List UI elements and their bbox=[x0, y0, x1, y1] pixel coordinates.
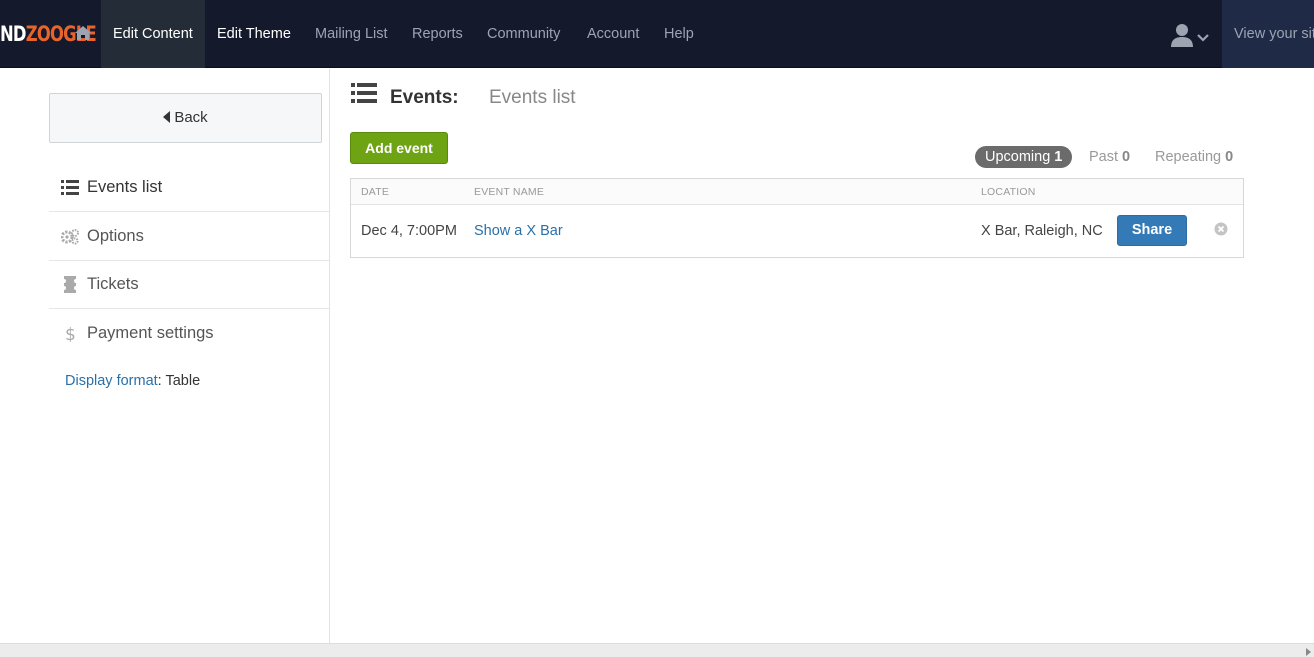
ticket-icon bbox=[64, 276, 76, 293]
list-icon bbox=[351, 83, 377, 103]
sidebar-item-label: Tickets bbox=[87, 275, 139, 293]
gears-icon bbox=[61, 229, 79, 245]
event-date: Dec 4, 7:00PM bbox=[361, 223, 457, 239]
main-content: Events: Events list Add event Upcoming 1 … bbox=[331, 69, 1314, 643]
filter-past[interactable]: Past 0 bbox=[1089, 146, 1130, 168]
sidebar-item-events-list[interactable]: Events list bbox=[49, 163, 329, 212]
svg-text:$: $ bbox=[65, 325, 76, 342]
list-icon bbox=[61, 180, 79, 195]
filter-label: Past bbox=[1089, 149, 1119, 165]
sidebar-item-label: Options bbox=[87, 227, 144, 245]
horizontal-scrollbar[interactable] bbox=[0, 643, 1314, 657]
display-format-link[interactable]: Display format bbox=[65, 373, 158, 389]
table-row: Dec 4, 7:00PM Show a X Bar X Bar, Raleig… bbox=[351, 205, 1243, 257]
event-name-link[interactable]: Show a X Bar bbox=[474, 205, 563, 257]
page-title-subsection: Events list bbox=[489, 87, 576, 108]
display-format: Display format: Table bbox=[65, 373, 200, 389]
share-button[interactable]: Share bbox=[1117, 215, 1187, 246]
nav-reports[interactable]: Reports bbox=[412, 0, 463, 68]
back-button-label: Back bbox=[174, 109, 208, 126]
filter-label: Repeating bbox=[1155, 149, 1222, 165]
chevron-left-icon bbox=[163, 111, 171, 123]
nav-mailing-list[interactable]: Mailing List bbox=[315, 0, 388, 68]
filter-repeating[interactable]: Repeating 0 bbox=[1155, 146, 1233, 168]
scroll-right-arrow-icon[interactable] bbox=[1306, 648, 1311, 656]
add-event-button[interactable]: Add event bbox=[350, 132, 448, 164]
table-header: Date Event name Location bbox=[351, 179, 1243, 205]
remove-circle-icon[interactable] bbox=[1214, 222, 1228, 236]
nav-edit-theme[interactable]: Edit Theme bbox=[217, 0, 291, 68]
events-table: Date Event name Location Dec 4, 7:00PM S… bbox=[350, 178, 1244, 258]
nav-edit-content[interactable]: Edit Content bbox=[101, 0, 205, 68]
filter-count: 0 bbox=[1225, 149, 1234, 165]
sidebar-item-tickets[interactable]: Tickets bbox=[49, 260, 329, 309]
home-icon[interactable] bbox=[74, 24, 92, 42]
view-site-link[interactable]: View your sit bbox=[1222, 0, 1314, 68]
nav-community[interactable]: Community bbox=[487, 0, 560, 68]
back-button[interactable]: Back bbox=[49, 93, 322, 143]
filter-label: Upcoming bbox=[985, 149, 1051, 165]
sidebar-item-label: Events list bbox=[87, 178, 163, 196]
sidebar: Back Events list Options Tickets $ Payme… bbox=[0, 69, 330, 643]
display-format-value: Table bbox=[161, 373, 201, 389]
nav-help[interactable]: Help bbox=[664, 0, 694, 68]
filter-upcoming[interactable]: Upcoming 1 bbox=[975, 146, 1073, 168]
filter-count: 1 bbox=[1054, 149, 1063, 165]
column-header-event-name: Event name bbox=[474, 186, 545, 198]
event-location: X Bar, Raleigh, NC bbox=[981, 223, 1103, 239]
top-navigation-bar: NDZOOGLE Edit Content Edit Theme Mailing… bbox=[0, 0, 1314, 68]
dollar-icon: $ bbox=[65, 325, 76, 342]
sidebar-item-options[interactable]: Options bbox=[49, 212, 329, 261]
page-title-section: Events: bbox=[390, 87, 459, 108]
column-header-location: Location bbox=[981, 186, 1036, 198]
filter-count: 0 bbox=[1122, 149, 1131, 165]
sidebar-item-payment-settings[interactable]: $ Payment settings bbox=[49, 309, 329, 358]
user-menu-icon[interactable] bbox=[1170, 22, 1212, 48]
logo-part-1: ND bbox=[0, 22, 27, 46]
nav-account[interactable]: Account bbox=[587, 0, 639, 68]
sidebar-item-label: Payment settings bbox=[87, 324, 214, 342]
column-header-date: Date bbox=[361, 186, 390, 198]
